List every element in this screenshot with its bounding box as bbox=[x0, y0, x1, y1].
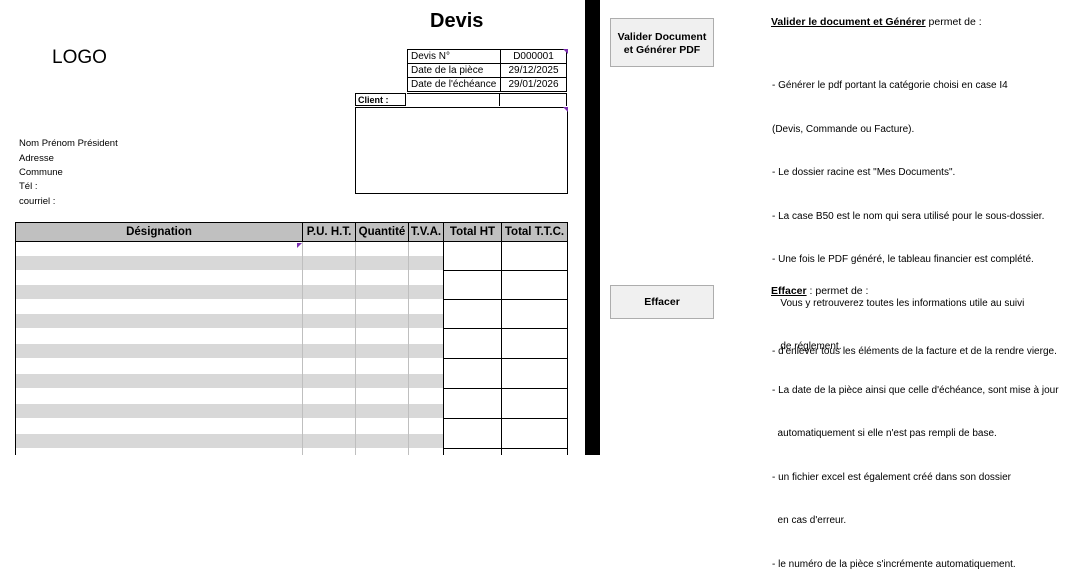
validate-button-label: Valider Document et Générer PDF bbox=[617, 31, 707, 56]
info-value[interactable]: 29/12/2025 bbox=[500, 63, 567, 78]
info-label[interactable]: Date de l'échéance bbox=[407, 77, 501, 92]
list-item: - Une fois le PDF généré, le tableau fin… bbox=[772, 254, 1034, 265]
list-item: (Devis, Commande ou Facture). bbox=[772, 123, 915, 135]
grid-line bbox=[443, 448, 568, 449]
info-value[interactable]: 29/01/2026 bbox=[500, 77, 567, 92]
grid-line bbox=[443, 328, 568, 329]
info-row: Devis N° D000001 bbox=[407, 49, 567, 64]
grid-line bbox=[15, 242, 16, 455]
column-header-quantity[interactable]: Quantité bbox=[355, 222, 409, 242]
info-label[interactable]: Devis N° bbox=[407, 49, 501, 64]
column-header-total-ht[interactable]: Total HT bbox=[443, 222, 502, 242]
list-item: Vous y retrouverez toutes les informatio… bbox=[772, 297, 1025, 309]
clear-button[interactable]: Effacer bbox=[610, 285, 714, 319]
email-line[interactable]: courriel : bbox=[19, 196, 55, 207]
document-title: Devis bbox=[430, 10, 484, 32]
grid-line bbox=[443, 242, 444, 455]
client-address-box[interactable] bbox=[355, 107, 568, 194]
grid-line bbox=[443, 388, 568, 389]
grid-line bbox=[355, 242, 356, 455]
validate-section-title: Valider le document et Générer permet de… bbox=[771, 16, 982, 28]
list-item: en cas d'erreur. bbox=[772, 515, 847, 526]
grid-line bbox=[501, 242, 502, 455]
info-value[interactable]: D000001 bbox=[500, 49, 567, 64]
list-item: - un fichier excel est également créé da… bbox=[772, 471, 1012, 483]
comment-marker-icon[interactable] bbox=[563, 107, 568, 112]
city-line[interactable]: Commune bbox=[19, 167, 63, 178]
info-row: Date de la pièce 29/12/2025 bbox=[407, 63, 567, 78]
table-row[interactable] bbox=[15, 344, 443, 358]
logo-placeholder: LOGO bbox=[52, 47, 107, 68]
validate-generate-pdf-button[interactable]: Valider Document et Générer PDF bbox=[610, 18, 714, 67]
client-cell[interactable] bbox=[500, 93, 567, 106]
column-header-unit-price[interactable]: P.U. H.T. bbox=[302, 222, 356, 242]
validate-section-title-rest: permet de : bbox=[925, 16, 982, 28]
table-row[interactable] bbox=[15, 314, 443, 328]
validate-section-title-bold: Valider le document et Générer bbox=[771, 16, 926, 28]
clear-section-title: Effacer : permet de : bbox=[771, 285, 868, 297]
table-row[interactable] bbox=[15, 256, 443, 270]
list-item: automatiquement si elle n'est pas rempli… bbox=[772, 428, 997, 439]
clear-description: - d'enlever tous les éléments de la fact… bbox=[772, 316, 1057, 374]
sheet-divider bbox=[585, 0, 600, 455]
list-item: - La date de la pièce ainsi que celle d'… bbox=[772, 384, 1059, 396]
list-item: - d'enlever tous les éléments de la fact… bbox=[772, 346, 1057, 357]
client-cell[interactable] bbox=[407, 93, 500, 106]
address-line[interactable]: Adresse bbox=[19, 153, 54, 164]
table-row[interactable] bbox=[15, 374, 443, 388]
document-info-table: Devis N° D000001 Date de la pièce 29/12/… bbox=[407, 49, 567, 92]
clear-section-title-rest: : permet de : bbox=[806, 285, 869, 297]
grid-line bbox=[443, 418, 568, 419]
list-item: - Le dossier racine est "Mes Documents". bbox=[772, 167, 956, 178]
grid-line bbox=[443, 358, 568, 359]
line-items-table: Désignation P.U. H.T. Quantité T.V.A. To… bbox=[15, 222, 568, 455]
list-item: - La case B50 est le nom qui sera utilis… bbox=[772, 210, 1045, 222]
column-header-designation[interactable]: Désignation bbox=[15, 222, 303, 242]
column-header-total-ttc[interactable]: Total T.T.C. bbox=[501, 222, 568, 242]
comment-marker-icon[interactable] bbox=[563, 49, 568, 54]
info-row: Date de l'échéance 29/01/2026 bbox=[407, 77, 567, 92]
list-item: - le numéro de la pièce s'incrémente aut… bbox=[772, 558, 1016, 570]
president-name[interactable]: Nom Prénom Président bbox=[19, 138, 118, 149]
table-row[interactable] bbox=[15, 285, 443, 299]
column-header-vat[interactable]: T.V.A. bbox=[408, 222, 444, 242]
grid-line bbox=[443, 270, 568, 271]
grid-line bbox=[443, 299, 568, 300]
table-row[interactable] bbox=[15, 434, 443, 448]
table-row[interactable] bbox=[15, 404, 443, 418]
clear-section-title-bold: Effacer bbox=[771, 285, 807, 297]
grid-line bbox=[408, 242, 409, 455]
comment-marker-icon[interactable] bbox=[297, 243, 302, 248]
info-label[interactable]: Date de la pièce bbox=[407, 63, 501, 78]
phone-line[interactable]: Tél : bbox=[19, 181, 37, 192]
grid-line bbox=[302, 242, 303, 455]
list-item: - Générer le pdf portant la catégorie ch… bbox=[772, 80, 1008, 91]
client-label: Client : bbox=[355, 93, 406, 106]
grid-line bbox=[567, 242, 568, 455]
